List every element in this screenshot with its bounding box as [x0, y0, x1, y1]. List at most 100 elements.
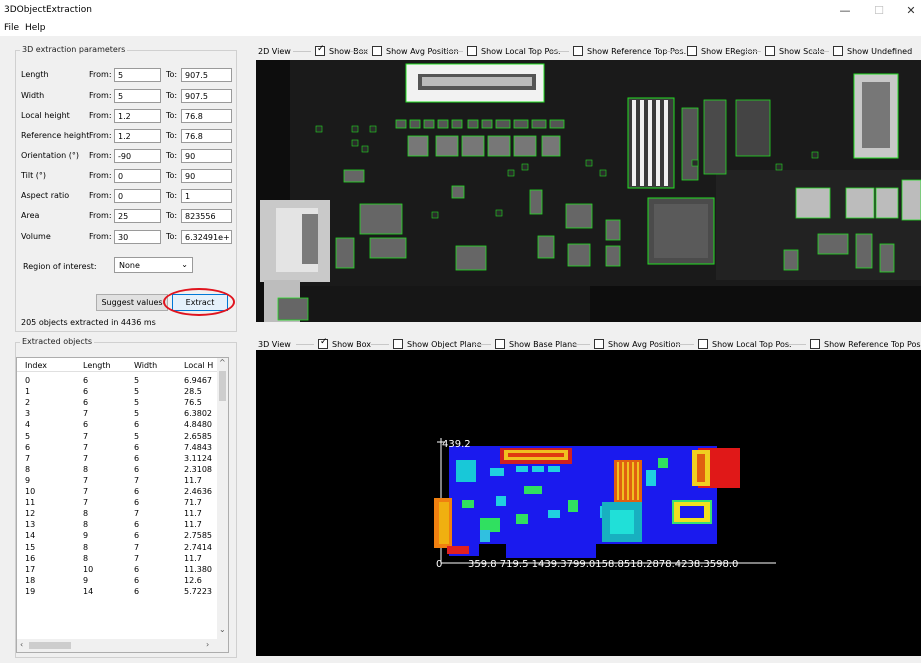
table-row[interactable]: 9 7 7 11.7 — [17, 476, 217, 487]
param-from-input[interactable]: 0 — [114, 169, 161, 183]
maximize-button[interactable]: ☐ — [864, 2, 894, 20]
menu-help[interactable]: Help — [25, 23, 46, 33]
checkbox-show-base-plane[interactable] — [495, 339, 505, 349]
objects-table[interactable]: Index Length Width Local H 0 6 5 6.9467 1 6 5 2… — [16, 357, 229, 653]
table-row[interactable]: 10 7 6 2.4636 — [17, 487, 217, 498]
param-from-input[interactable]: 5 — [114, 68, 161, 82]
table-row[interactable]: 4 6 6 4.8480 — [17, 420, 217, 431]
col-width[interactable]: Width — [134, 361, 157, 370]
checkbox-label[interactable]: Show Local Top Pos. — [481, 47, 561, 56]
table-row[interactable]: 14 9 6 2.7585 — [17, 531, 217, 542]
checkbox-label[interactable]: Show Object Plane — [407, 340, 482, 349]
table-row[interactable]: 17 10 6 11.380 — [17, 565, 217, 576]
param-to-input[interactable]: 1 — [181, 189, 232, 203]
table-row[interactable]: 7 7 6 3.1124 — [17, 454, 217, 465]
to-label: To: — [166, 191, 178, 200]
table-horizontal-scrollbar[interactable]: ‹ › — [17, 639, 228, 652]
checkbox-show-undefined[interactable] — [833, 46, 843, 56]
col-index[interactable]: Index — [25, 361, 47, 370]
checkbox-show-reference-top-pos[interactable] — [573, 46, 583, 56]
col-length[interactable]: Length — [83, 361, 111, 370]
checkbox-label[interactable]: Show Avg Position — [608, 340, 681, 349]
table-cell: 2.4636 — [184, 487, 212, 496]
checkbox-label[interactable]: Show Undefined — [847, 47, 912, 56]
param-row: Length From: 5 To: 907.5 — [21, 68, 232, 82]
close-button[interactable]: ✕ — [896, 2, 921, 20]
table-cell: 6 — [134, 564, 140, 574]
axis-x-ticks-label: 359.8 719.5 1439.3799.0158.8518.2878.423… — [468, 559, 738, 570]
view3d-label: 3D View — [258, 340, 291, 349]
table-row[interactable]: 19 14 6 5.7223 — [17, 587, 217, 598]
checkbox-show-reference-top-pos[interactable] — [810, 339, 820, 349]
view2d-label: 2D View — [258, 47, 291, 56]
checkbox-label[interactable]: Show Local Top Pos. — [712, 340, 792, 349]
scroll-right-icon[interactable]: › — [206, 640, 209, 649]
param-to-input[interactable]: 907.5 — [181, 68, 232, 82]
table-row[interactable]: 6 7 6 7.4843 — [17, 443, 217, 454]
minimize-button[interactable]: — — [830, 2, 860, 20]
from-label: From: — [89, 171, 112, 180]
table-row[interactable]: 16 8 7 11.7 — [17, 554, 217, 565]
suggest-values-button[interactable]: Suggest values — [96, 294, 168, 311]
scroll-down-icon[interactable]: ⌄ — [219, 625, 226, 634]
chevron-down-icon: ⌄ — [181, 260, 188, 269]
param-to-input[interactable]: 76.8 — [181, 129, 232, 143]
view3d-canvas[interactable]: 439.2 0 359.8 719.5 1439.3799.0158.8518.… — [256, 350, 921, 656]
toolbar-separator — [371, 344, 389, 345]
param-to-input[interactable]: 76.8 — [181, 109, 232, 123]
checkbox-label[interactable]: Show Reference Top Pos. — [824, 340, 921, 349]
table-vertical-scrollbar[interactable]: ^ ⌄ — [217, 358, 228, 639]
extract-button[interactable]: Extract — [172, 294, 228, 311]
checkbox-label[interactable]: Show Box — [332, 340, 371, 349]
vertical-scroll-thumb[interactable] — [219, 371, 226, 401]
to-label: To: — [166, 131, 178, 140]
table-cell: 7 — [134, 509, 140, 519]
scroll-left-icon[interactable]: ‹ — [20, 640, 23, 649]
view2d-canvas[interactable] — [256, 60, 921, 322]
checkbox-show-box[interactable] — [315, 44, 325, 56]
table-cell: 6 — [134, 531, 140, 541]
param-from-input[interactable]: 0 — [114, 189, 161, 203]
table-row[interactable]: 12 8 7 11.7 — [17, 509, 217, 520]
checkbox-show-local-top-pos[interactable] — [698, 339, 708, 349]
table-cell: 11.7 — [184, 509, 202, 519]
table-cell: 5 — [134, 409, 140, 419]
checkbox-show-eregion[interactable] — [687, 46, 697, 56]
param-from-input[interactable]: 5 — [114, 89, 161, 103]
checkbox-show-box[interactable] — [318, 337, 328, 349]
table-row[interactable]: 18 9 6 12.6 — [17, 576, 217, 587]
roi-select[interactable]: None ⌄ — [114, 257, 193, 273]
menu-file[interactable]: File — [4, 23, 19, 33]
table-row[interactable]: 2 6 5 76.5 — [17, 398, 217, 409]
table-row[interactable]: 15 8 7 2.7414 — [17, 543, 217, 554]
to-label: To: — [166, 70, 178, 79]
param-from-input[interactable]: 30 — [114, 230, 161, 244]
checkbox-show-local-top-pos[interactable] — [467, 46, 477, 56]
table-row[interactable]: 8 8 6 2.3108 — [17, 465, 217, 476]
table-row[interactable]: 3 7 5 6.3802 — [17, 409, 217, 420]
param-from-input[interactable]: 1.2 — [114, 129, 161, 143]
table-row[interactable]: 5 7 5 2.6585 — [17, 432, 217, 443]
scroll-up-icon[interactable]: ^ — [219, 358, 226, 367]
checkbox-show-scale[interactable] — [765, 46, 775, 56]
param-from-input[interactable]: 25 — [114, 209, 161, 223]
from-label: From: — [89, 111, 112, 120]
param-to-input[interactable]: 823556 — [181, 209, 232, 223]
param-from-input[interactable]: 1.2 — [114, 109, 161, 123]
table-row[interactable]: 13 8 6 11.7 — [17, 520, 217, 531]
checkbox-show-avg-position[interactable] — [372, 46, 382, 56]
table-row[interactable]: 1 6 5 28.5 — [17, 387, 217, 398]
param-to-input[interactable]: 907.5 — [181, 89, 232, 103]
table-row[interactable]: 11 7 6 71.7 — [17, 498, 217, 509]
checkbox-label[interactable]: Show Base Plane — [509, 340, 577, 349]
param-to-input[interactable]: 90 — [181, 149, 232, 163]
param-from-input[interactable]: -90 — [114, 149, 161, 163]
table-cell: 2.3108 — [184, 464, 212, 474]
table-row[interactable]: 0 6 5 6.9467 — [17, 376, 217, 387]
checkbox-show-avg-position[interactable] — [594, 339, 604, 349]
col-local-height[interactable]: Local H — [184, 361, 213, 370]
param-to-input[interactable]: 90 — [181, 169, 232, 183]
param-to-input[interactable]: 6.32491e+ — [181, 230, 232, 244]
horizontal-scroll-thumb[interactable] — [29, 642, 71, 649]
checkbox-show-object-plane[interactable] — [393, 339, 403, 349]
